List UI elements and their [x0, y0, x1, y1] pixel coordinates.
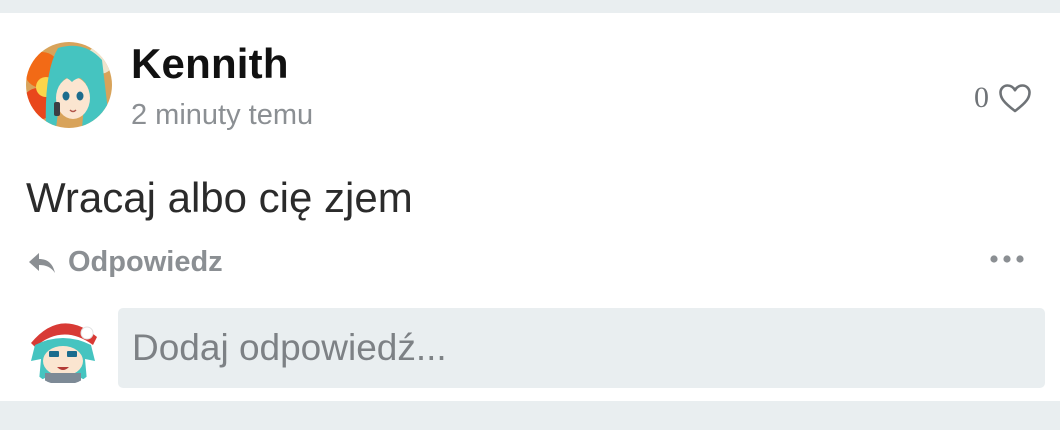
- reply-button[interactable]: Odpowiedz: [28, 248, 223, 277]
- reply-input[interactable]: [118, 308, 1045, 388]
- comment-timestamp: 2 minuty temu: [131, 99, 314, 131]
- like-count: 0: [974, 81, 989, 114]
- reply-label: Odpowiedz: [68, 246, 223, 278]
- reply-arrow-icon: [28, 252, 56, 274]
- author-name[interactable]: Kennith: [131, 43, 289, 85]
- comment-text: Wracaj albo cię zjem: [26, 174, 413, 221]
- more-options-icon[interactable]: [989, 253, 1025, 265]
- like-button[interactable]: 0: [974, 83, 1031, 113]
- viewer-avatar[interactable]: [25, 309, 101, 385]
- heart-icon[interactable]: [999, 83, 1031, 113]
- author-avatar[interactable]: [26, 42, 112, 128]
